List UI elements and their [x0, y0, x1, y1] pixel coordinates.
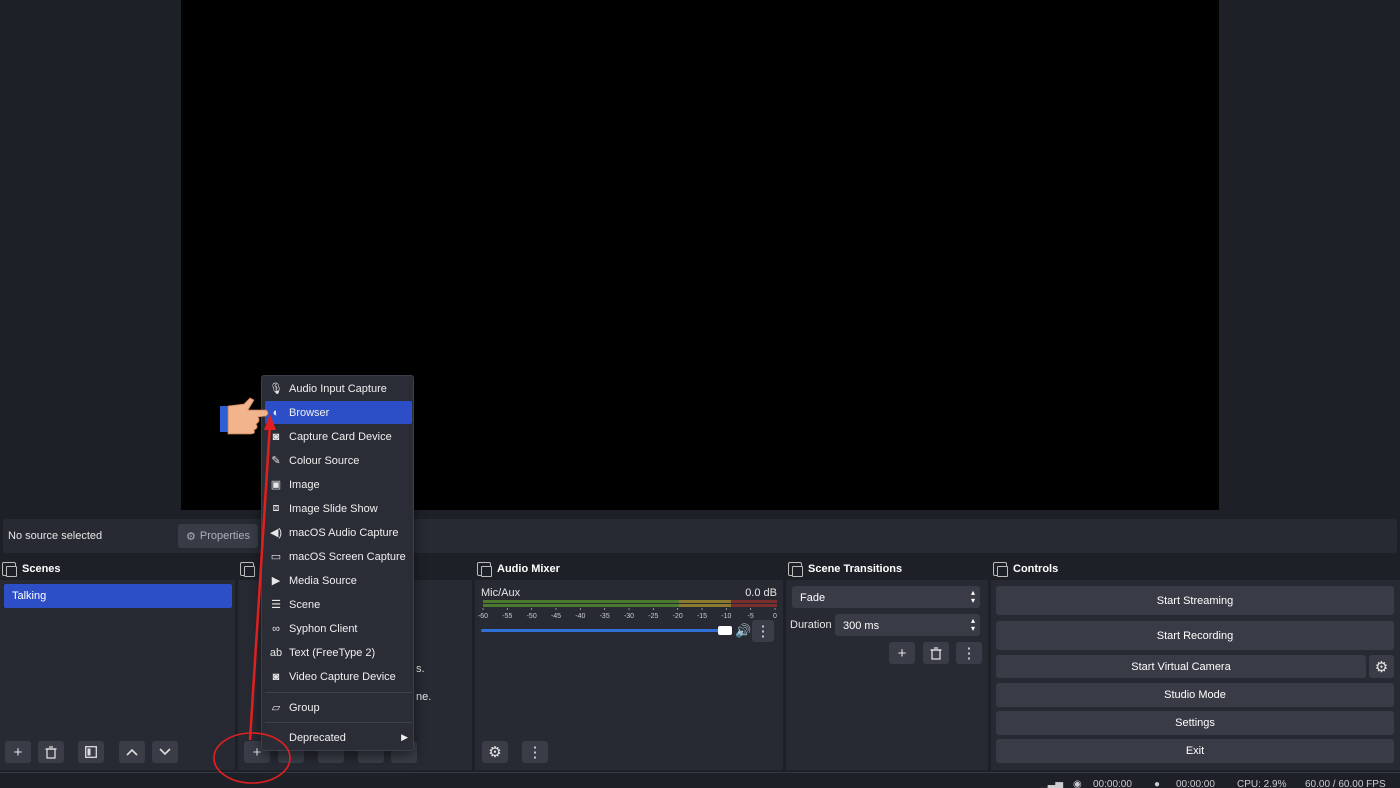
pointing-hand-icon: [220, 397, 269, 435]
annotation-overlay: [213, 397, 291, 784]
annotation-circle: [213, 732, 291, 784]
annotation-arrow-line: [248, 423, 272, 741]
